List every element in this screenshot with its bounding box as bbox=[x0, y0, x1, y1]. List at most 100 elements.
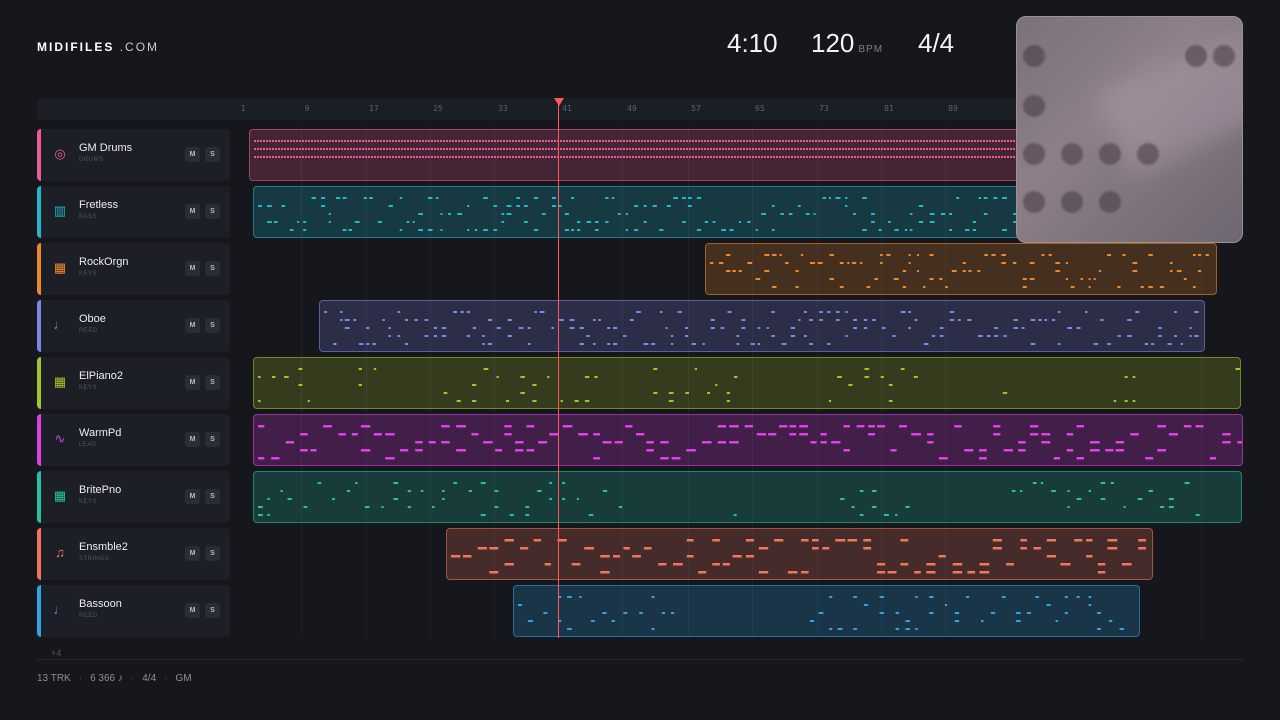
track-header-elpiano2[interactable]: ▦ ElPiano2 KEYS M S bbox=[37, 357, 230, 409]
midi-note bbox=[696, 197, 702, 199]
midi-clip-rockorgn[interactable] bbox=[705, 243, 1217, 295]
midi-note bbox=[1107, 539, 1118, 542]
solo-button[interactable]: S bbox=[205, 204, 220, 219]
midi-note bbox=[863, 327, 868, 329]
midi-note bbox=[455, 148, 457, 150]
solo-button[interactable]: S bbox=[205, 147, 220, 162]
track-header-fretless[interactable]: ▥ Fretless BASS M S bbox=[37, 186, 230, 238]
midi-note bbox=[515, 441, 524, 444]
logo[interactable]: MIDIFILES .COM bbox=[37, 40, 159, 54]
mute-button[interactable]: M bbox=[185, 261, 200, 276]
midi-note bbox=[577, 229, 581, 231]
midi-note bbox=[344, 156, 346, 158]
midi-note bbox=[761, 213, 766, 215]
midi-clip-britepno[interactable] bbox=[253, 471, 1242, 523]
midi-note bbox=[673, 563, 683, 566]
midi-note bbox=[993, 425, 1001, 428]
track-header-gm-drums[interactable]: ◎ GM Drums DRUMS M S bbox=[37, 129, 230, 181]
track-header-britepno[interactable]: ▦ BritePno KEYS M S bbox=[37, 471, 230, 523]
midi-note bbox=[629, 140, 631, 142]
midi-note bbox=[1030, 425, 1039, 428]
midi-note bbox=[726, 270, 731, 272]
midi-note bbox=[887, 148, 889, 150]
midi-note bbox=[363, 197, 367, 199]
midi-note bbox=[257, 148, 259, 150]
midi-clip-bassoon[interactable] bbox=[513, 585, 1140, 637]
track-header-ensmble2[interactable]: ♫ Ensmble2 STRINGS M S bbox=[37, 528, 230, 580]
mute-button[interactable]: M bbox=[185, 489, 200, 504]
midi-note bbox=[474, 229, 478, 231]
midi-note bbox=[853, 628, 857, 630]
solo-button[interactable]: S bbox=[205, 603, 220, 618]
midi-clip-elpiano2[interactable] bbox=[253, 357, 1241, 409]
midi-clip-fretless[interactable] bbox=[253, 186, 1049, 238]
more-tracks-indicator[interactable]: +4 bbox=[51, 648, 61, 658]
midi-clip-oboe[interactable] bbox=[319, 300, 1205, 352]
midi-note bbox=[314, 140, 316, 142]
midi-clip-warmpd[interactable] bbox=[253, 414, 1243, 466]
midi-note bbox=[581, 140, 583, 142]
midi-note bbox=[564, 213, 569, 215]
track-header-rockorgn[interactable]: ▦ RockOrgn KEYS M S bbox=[37, 243, 230, 295]
midi-note bbox=[635, 148, 637, 150]
mute-button[interactable]: M bbox=[185, 375, 200, 390]
midi-note bbox=[641, 148, 643, 150]
midi-note bbox=[554, 148, 556, 150]
midi-note bbox=[455, 140, 457, 142]
solo-button[interactable]: S bbox=[205, 546, 220, 561]
mute-button[interactable]: M bbox=[185, 147, 200, 162]
track-header-oboe[interactable]: ♩ Oboe REED M S bbox=[37, 300, 230, 352]
solo-button[interactable]: S bbox=[205, 375, 220, 390]
midi-note bbox=[947, 148, 949, 150]
camera-blur-spot bbox=[1099, 143, 1121, 165]
mute-button[interactable]: M bbox=[185, 204, 200, 219]
midi-note bbox=[497, 156, 499, 158]
midi-note bbox=[515, 148, 517, 150]
midi-note bbox=[614, 148, 616, 150]
midi-note bbox=[581, 156, 583, 158]
track-header-bassoon[interactable]: ♩ Bassoon REED M S bbox=[37, 585, 230, 637]
solo-button[interactable]: S bbox=[205, 432, 220, 447]
midi-clip-gm-drums[interactable] bbox=[249, 129, 1049, 181]
midi-clip-ensmble2[interactable] bbox=[446, 528, 1153, 580]
midi-note bbox=[341, 156, 343, 158]
playhead[interactable] bbox=[558, 100, 559, 638]
midi-note bbox=[728, 148, 730, 150]
solo-button[interactable]: S bbox=[205, 489, 220, 504]
midi-note bbox=[949, 213, 952, 215]
mute-button[interactable]: M bbox=[185, 318, 200, 333]
midi-note bbox=[1002, 197, 1007, 199]
midi-note bbox=[638, 156, 640, 158]
midi-note bbox=[726, 254, 731, 256]
midi-note bbox=[994, 327, 999, 329]
solo-button[interactable]: S bbox=[205, 318, 220, 333]
midi-note bbox=[978, 197, 982, 199]
midi-note bbox=[401, 148, 403, 150]
midi-note bbox=[761, 148, 763, 150]
midi-note bbox=[614, 140, 616, 142]
midi-note bbox=[386, 140, 388, 142]
midi-note bbox=[940, 213, 946, 215]
midi-note bbox=[817, 262, 823, 264]
midi-note bbox=[721, 229, 726, 231]
solo-button[interactable]: S bbox=[205, 261, 220, 276]
midi-note bbox=[374, 148, 376, 150]
track-header-warmpd[interactable]: ∿ WarmPd LEAD M S bbox=[37, 414, 230, 466]
midi-note bbox=[1012, 490, 1016, 492]
midi-note bbox=[774, 539, 784, 542]
midi-note bbox=[563, 156, 565, 158]
midi-note bbox=[500, 148, 502, 150]
mute-button[interactable]: M bbox=[185, 546, 200, 561]
midi-note bbox=[1038, 319, 1042, 321]
mute-button[interactable]: M bbox=[185, 603, 200, 618]
midi-note bbox=[801, 571, 809, 574]
playhead-handle[interactable] bbox=[554, 98, 564, 106]
mute-button[interactable]: M bbox=[185, 432, 200, 447]
midi-note bbox=[395, 156, 397, 158]
midi-note bbox=[359, 148, 361, 150]
midi-note bbox=[358, 343, 364, 345]
midi-note bbox=[771, 335, 775, 337]
midi-note bbox=[611, 148, 613, 150]
midi-note bbox=[840, 498, 845, 500]
midi-note bbox=[1167, 343, 1172, 345]
